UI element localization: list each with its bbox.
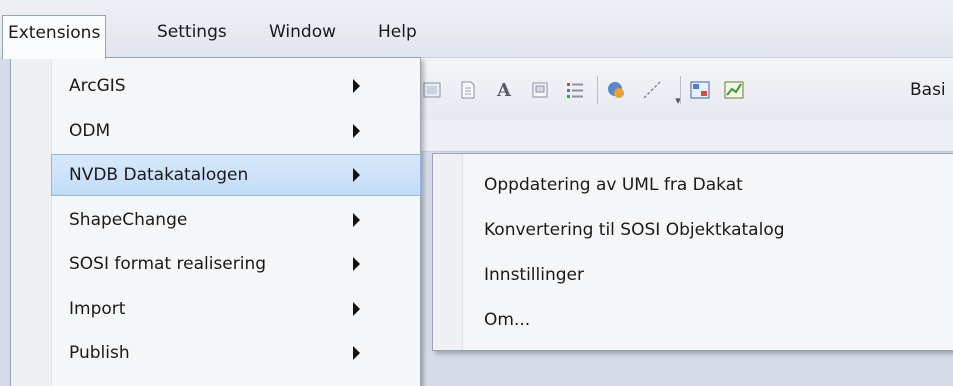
overflow-icon[interactable]: ▾ — [666, 88, 690, 112]
menu-item-label: SOSI format realisering — [69, 254, 267, 274]
document-icon[interactable] — [456, 78, 480, 102]
menu-item-label: ArcGIS — [69, 76, 126, 96]
menu-item-nvdb-datakatalogen[interactable]: NVDB Datakatalogen — [51, 154, 421, 196]
menu-item-label: NVDB Datakatalogen — [69, 165, 249, 185]
menu-settings[interactable]: Settings — [152, 15, 232, 58]
menu-item-shapechange[interactable]: ShapeChange — [52, 199, 420, 241]
menu-item-publish[interactable]: Publish — [52, 332, 420, 374]
list-icon[interactable] — [563, 78, 587, 102]
submenu-item-label: Konvertering til SOSI Objektkatalog — [484, 220, 785, 240]
connector-icon[interactable] — [604, 78, 628, 102]
menu-item-arcgis[interactable]: ArcGIS — [52, 65, 420, 107]
submenu-item-oppdatering[interactable]: Oppdatering av UML fra Dakat — [464, 163, 953, 207]
chart-icon[interactable] — [722, 78, 746, 102]
submenu-arrow-icon — [353, 213, 360, 227]
submenu-arrow-icon — [353, 346, 360, 360]
menu-gutter — [433, 154, 463, 350]
submenu-arrow-icon — [353, 168, 360, 182]
submenu-item-label: Om... — [484, 310, 531, 330]
submenu-arrow-icon — [353, 124, 360, 138]
submenu-item-innstillinger[interactable]: Innstillinger — [464, 253, 953, 297]
toolbar: A ▾ Basi — [380, 58, 953, 120]
menu-bar: Extensions Settings Window Help — [0, 0, 953, 59]
nvdb-submenu: Oppdatering av UML fra Dakat Konverterin… — [432, 153, 953, 351]
submenu-arrow-icon — [353, 257, 360, 271]
menu-window[interactable]: Window — [264, 15, 341, 58]
menu-item-label: ShapeChange — [69, 210, 188, 230]
menu-gutter — [11, 58, 52, 386]
workspace-strip — [380, 120, 953, 152]
note-icon[interactable] — [528, 78, 552, 102]
submenu-item-konvertering[interactable]: Konvertering til SOSI Objektkatalog — [464, 208, 953, 252]
submenu-item-om[interactable]: Om... — [464, 298, 953, 342]
menu-item-label: Publish — [69, 343, 130, 363]
menu-item-label: Import — [69, 299, 126, 319]
text-a-icon[interactable]: A — [492, 78, 516, 102]
submenu-item-label: Innstillinger — [484, 265, 584, 285]
line-icon[interactable] — [640, 78, 664, 102]
submenu-item-label: Oppdatering av UML fra Dakat — [484, 175, 743, 195]
submenu-arrow-icon — [353, 79, 360, 93]
toolbar-label: Basi — [910, 80, 946, 100]
toolbar-separator — [597, 76, 598, 104]
toolbar-separator — [680, 76, 681, 104]
menu-help[interactable]: Help — [373, 15, 422, 58]
menu-item-label: ODM — [69, 121, 111, 141]
image-icon[interactable] — [420, 78, 444, 102]
menu-extensions[interactable]: Extensions — [2, 15, 107, 59]
menu-item-import[interactable]: Import — [52, 288, 420, 330]
menu-item-odm[interactable]: ODM — [52, 110, 420, 152]
diagram-icon[interactable] — [688, 78, 712, 102]
menu-item-sosi-format-realisering[interactable]: SOSI format realisering — [52, 243, 420, 285]
submenu-arrow-icon — [353, 302, 360, 316]
extensions-menu: ArcGIS ODM NVDB Datakatalogen ShapeChang… — [10, 57, 421, 386]
